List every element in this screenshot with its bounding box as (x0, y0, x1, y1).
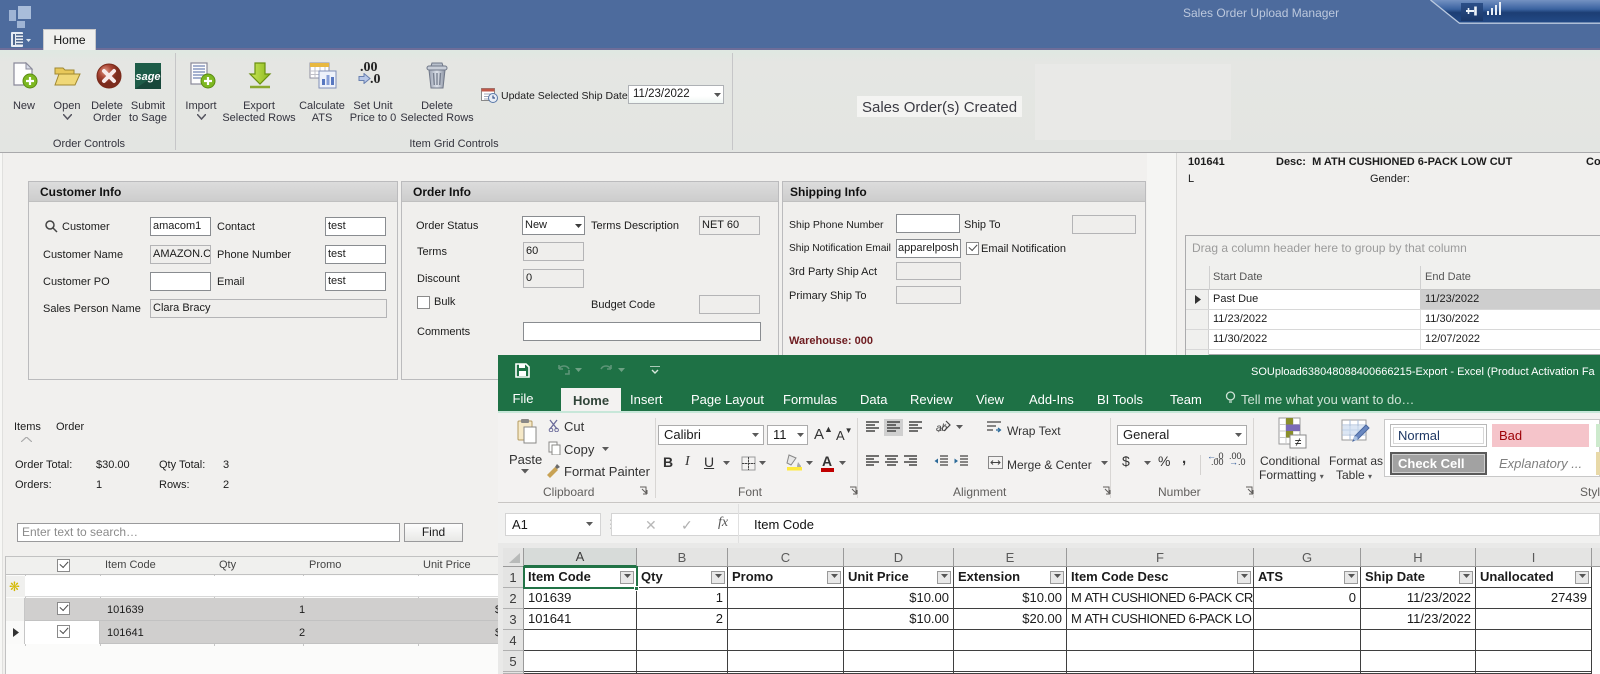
svg-text:≠: ≠ (1295, 435, 1302, 449)
svg-text:ab: ab (936, 423, 948, 434)
svg-text:sage: sage (135, 71, 160, 83)
